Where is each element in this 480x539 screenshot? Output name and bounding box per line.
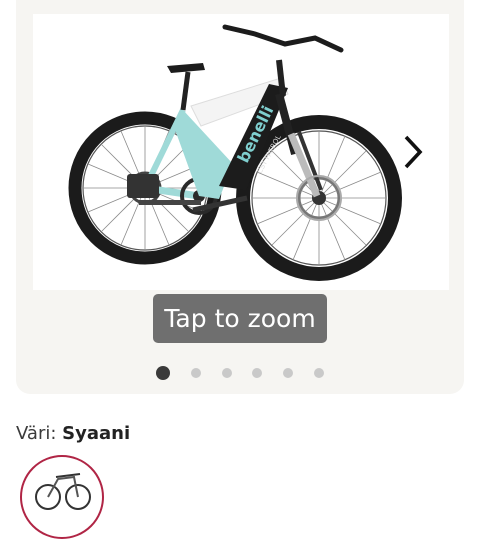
bicycle-illustration: CST PATROL benelli bbox=[68, 24, 402, 281]
pagination-dot[interactable] bbox=[191, 368, 201, 378]
frame: benelli bbox=[167, 63, 289, 199]
pagination-dot[interactable] bbox=[156, 366, 170, 380]
bike-thumbnail-icon bbox=[35, 473, 91, 510]
color-swatch-syaani[interactable] bbox=[20, 455, 104, 539]
pagination-dot[interactable] bbox=[283, 368, 293, 378]
product-image[interactable]: CST PATROL benelli bbox=[33, 14, 449, 290]
carousel-pagination bbox=[0, 366, 480, 380]
tap-to-zoom-button[interactable]: Tap to zoom bbox=[153, 294, 327, 343]
color-label: Väri: bbox=[16, 423, 57, 444]
color-selector-label: Väri: Syaani bbox=[16, 423, 130, 444]
pagination-dot[interactable] bbox=[222, 368, 232, 378]
chevron-right-icon bbox=[404, 135, 423, 169]
selected-color-value: Syaani bbox=[62, 423, 131, 444]
front-wheel: CST PATROL bbox=[236, 115, 402, 281]
pagination-dot[interactable] bbox=[252, 368, 262, 378]
pagination-dot[interactable] bbox=[314, 368, 324, 378]
next-image-button[interactable] bbox=[396, 130, 432, 174]
